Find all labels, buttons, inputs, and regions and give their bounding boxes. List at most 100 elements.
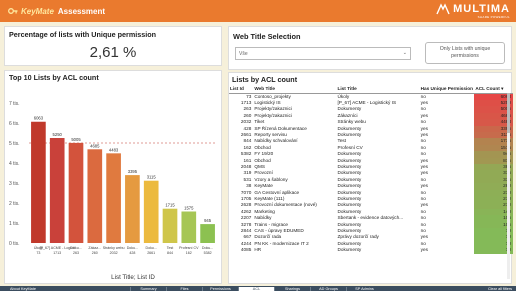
bar[interactable] [49, 138, 65, 243]
bar[interactable] [87, 149, 103, 243]
data-label: 6063 [34, 116, 44, 121]
x-tick-id: 1713 [53, 251, 61, 255]
table-header-row: List Id Web Title List Title Has Unique Per… [229, 85, 513, 94]
keymate-logo: KeyMate [8, 6, 54, 16]
kpi-value: 2,61 % [89, 44, 137, 61]
x-axis-title: List Title; List ID [111, 274, 155, 281]
company-tagline: SHARE POWERFUL [477, 15, 510, 19]
bar[interactable] [31, 121, 46, 243]
x-tick-id: 428 [129, 251, 135, 255]
column-header[interactable]: List Title [336, 85, 420, 94]
web-title-cell: Contoso_projekty [254, 93, 291, 99]
list-id-cell: 73 [246, 93, 252, 99]
scrollbar-thumb[interactable] [507, 93, 510, 133]
tab-summary[interactable]: Summary [130, 286, 166, 291]
data-label: 1715 [165, 203, 175, 208]
x-tick-label: Doku... [70, 246, 81, 250]
brand-name: KeyMate [21, 6, 54, 16]
data-label: 3395 [128, 169, 138, 174]
tab-sp-admins[interactable]: SP Admins [346, 286, 382, 291]
data-label: 5005 [71, 137, 81, 142]
table-row[interactable]: 73 Contoso_projekty Úkoly no 6063 [229, 93, 513, 100]
x-tick-label: Test [167, 246, 174, 250]
bar[interactable] [162, 208, 178, 243]
top10-chart-card: Top 10 Lists by ACL count 7 tis. 6 tis. 5 … [4, 70, 222, 284]
dropdown-value: Vše [239, 51, 248, 57]
y-tick-label: 5 tis. [9, 141, 20, 147]
x-tick-id: 73 [36, 251, 40, 255]
company-logo: MULTIMA SHARE POWERFUL [436, 3, 510, 19]
data-label: 945 [204, 218, 212, 223]
x-tick-id: 5382 [204, 251, 212, 255]
unique-permission-cell: yes [420, 247, 428, 253]
table-body: 73 Contoso_projekty Úkoly no 6063 1713 Logisti… [229, 93, 513, 254]
web-title-filter-card: Web Title Selection Vše ⌄ Only Lists wit… [228, 26, 512, 70]
y-tick-label: 1 tis. [9, 221, 20, 227]
column-header[interactable]: Web Title [253, 85, 337, 94]
x-tick-id: 844 [167, 251, 173, 255]
list-title-cell: Dokumenty [337, 247, 362, 253]
bar[interactable] [68, 142, 84, 243]
bar-chart: 7 tis. 6 tis. 5 tis. 4 tis. 3 tis. 2 tis. 1 ti… [9, 101, 217, 281]
data-label: 3115 [147, 175, 157, 180]
bar[interactable] [143, 180, 159, 243]
column-header[interactable]: ACL Count ▾ [474, 85, 513, 94]
data-label: 4483 [109, 147, 119, 152]
unique-permissions-toggle[interactable]: Only Lists with unique permissions [425, 42, 505, 64]
tab-permissions[interactable]: Permissions [202, 286, 238, 291]
chart-title: Top 10 Lists by ACL count [9, 73, 99, 82]
page-title: Assessment [57, 6, 106, 16]
x-tick-label: Stránky webu [103, 246, 125, 250]
web-title-dropdown[interactable]: Vše ⌄ [235, 47, 411, 60]
y-tick-label: 4 tis. [9, 161, 20, 167]
lists-table-card: Lists by ACL count List Id Web Title List … [228, 72, 513, 284]
kpi-card: Percentage of lists with Unique permissi… [4, 26, 222, 66]
bottom-nav: About KeyMate Summary Files Permissions ACL… [0, 286, 516, 291]
table-row[interactable]: 4085HRDokumentyyes70 [229, 247, 513, 254]
about-link[interactable]: About KeyMate [10, 287, 36, 291]
y-tick-label: 3 tis. [9, 181, 20, 187]
x-tick-label: Doku... [202, 246, 213, 250]
tab-files[interactable]: Files [166, 286, 202, 291]
x-tick-id: 2032 [110, 251, 118, 255]
web-title-cell: HR [254, 247, 262, 253]
multima-logo-icon [436, 3, 450, 15]
list-title-cell: Úkoly [337, 93, 350, 99]
acl-table: List Id Web Title List Title Has Unique Per… [229, 85, 513, 254]
kpi-title: Percentage of lists with Unique permissi… [9, 30, 156, 39]
x-tick-id: 2661 [147, 251, 155, 255]
bar[interactable] [200, 224, 215, 243]
y-tick-label: 2 tis. [9, 201, 20, 207]
column-header[interactable]: Has Unique Permission [419, 85, 475, 94]
bar[interactable] [106, 153, 121, 243]
x-tick-id: 263 [73, 251, 79, 255]
data-label: 1575 [184, 206, 194, 211]
x-tick-label: Zákaz... [88, 246, 101, 250]
filter-title: Web Title Selection [233, 32, 301, 41]
key-icon [8, 8, 18, 14]
company-name: MULTIMA [453, 3, 510, 15]
data-label: 4685 [90, 143, 100, 148]
y-tick-label: 7 tis. [9, 101, 20, 107]
data-label: 5250 [53, 132, 63, 137]
bar[interactable] [125, 175, 140, 243]
table-title: Lists by ACL count [232, 75, 298, 84]
bar[interactable] [181, 211, 197, 244]
x-tick-id: 162 [186, 251, 192, 255]
x-tick-label: Doku... [127, 246, 138, 250]
y-tick-label: 6 tis. [9, 121, 20, 127]
tab-acl[interactable]: ACL [238, 286, 274, 291]
app-window: KeyMate Assessment MULTIMA SHARE POWERFU… [0, 0, 516, 291]
y-tick-label: 0 tis. [9, 241, 20, 247]
unique-permission-cell: no [420, 93, 426, 99]
table-scrollbar[interactable] [507, 93, 510, 279]
chevron-down-icon: ⌄ [402, 50, 407, 56]
tab-ad-groups[interactable]: AD Groups [310, 286, 346, 291]
x-tick-id: 260 [92, 251, 98, 255]
clear-filters-button[interactable]: Clear all filters [488, 287, 512, 291]
column-header[interactable]: List Id [229, 85, 254, 94]
tab-sharings[interactable]: Sharings [274, 286, 310, 291]
top-bar: KeyMate Assessment MULTIMA SHARE POWERFU… [0, 0, 516, 22]
x-tick-label: Doku... [146, 246, 157, 250]
page-tabs: Summary Files Permissions ACL Sharings AD Gro… [130, 286, 382, 291]
